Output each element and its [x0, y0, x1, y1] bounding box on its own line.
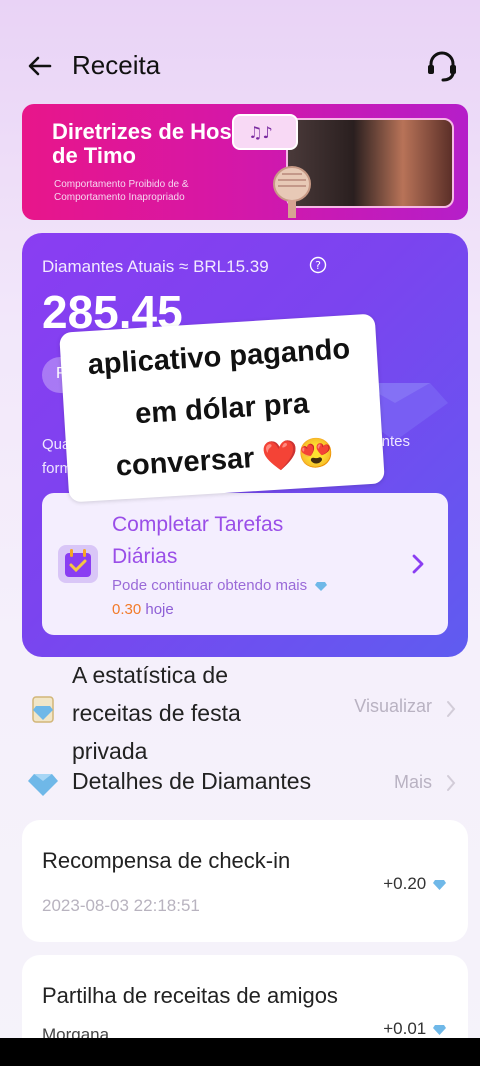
diamond-icon — [28, 774, 58, 796]
stats-label: A estatística de receitas de festa priva… — [72, 662, 241, 764]
view-link[interactable]: Visualizar — [354, 696, 432, 717]
svg-text:♫♪: ♫♪ — [248, 123, 273, 142]
record-title: Partilha de receitas de amigos — [42, 983, 338, 1008]
daily-tasks-card[interactable]: Completar Tarefas Diárias Pode continuar… — [42, 493, 448, 635]
record-date: 2023-08-03 22:18:51 — [42, 896, 200, 915]
arrow-left-icon[interactable] — [24, 50, 56, 82]
text-sticker-overlay: aplicativo pagando em dólar pra conversa… — [59, 313, 385, 503]
page-title: Receita — [72, 50, 161, 80]
chevron-right-icon — [447, 775, 456, 791]
system-bottom-bar — [0, 1038, 480, 1066]
record-title: Recompensa de check-in — [42, 848, 291, 873]
diamond-icon — [315, 582, 328, 592]
daily-tasks-subtitle: Pode continuar obtendo mais — [112, 577, 328, 594]
diamond-icon — [433, 1024, 446, 1035]
sticker-line-2: em dólar pra — [134, 387, 310, 431]
record-amount: +0.01 — [383, 1019, 446, 1039]
banner-subtitle: Comportamento Proibido de & Comportament… — [54, 179, 189, 203]
chevron-right-icon — [447, 701, 456, 717]
svg-text:?: ? — [315, 259, 321, 272]
calendar-check-icon — [58, 545, 98, 583]
daily-tasks-title: Completar Tarefas Diárias — [112, 513, 284, 568]
headset-icon[interactable] — [424, 48, 460, 84]
chevron-right-icon — [412, 554, 424, 574]
info-icon[interactable]: ? — [309, 256, 327, 274]
sticker-line-1: aplicativo pagando — [86, 333, 351, 382]
record-card: Recompensa de check-in 2023-08-03 22:18:… — [22, 820, 468, 942]
clipboard-diamond-icon — [32, 696, 54, 723]
music-notes-icon: ♫♪ — [232, 114, 298, 150]
record-amount: +0.20 — [383, 874, 446, 894]
sticker-line-3: conversar ❤️😍 — [114, 437, 336, 483]
diamond-details-row[interactable]: Detalhes de Diamantes Mais — [0, 762, 480, 806]
header: Receita — [0, 40, 480, 92]
private-party-stats-row[interactable]: A estatística de receitas de festa priva… — [0, 656, 480, 764]
more-link[interactable]: Mais — [394, 772, 432, 793]
diamond-icon — [433, 879, 446, 890]
diamond-details-label: Detalhes de Diamantes — [72, 768, 312, 794]
microphone-icon — [273, 166, 311, 218]
daily-tasks-today: 0.30 hoje — [112, 601, 174, 618]
banner-title: Diretrizes de Host de Timo — [52, 119, 240, 168]
current-diamonds-label: Diamantes Atuais ≈ BRL15.39 — [42, 257, 269, 276]
